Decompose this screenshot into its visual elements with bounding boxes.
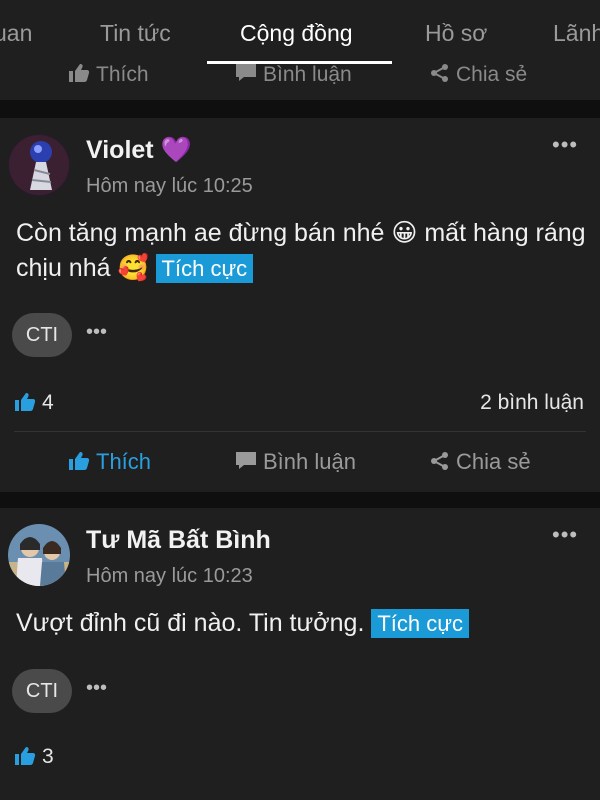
thumbs-up-icon <box>69 64 90 82</box>
post-content: Còn tăng mạnh ae đừng bán nhé 😀 mất hàng… <box>16 216 586 286</box>
comment-count[interactable]: 2 bình luận <box>480 391 584 415</box>
top-tab-bar: uan Tin tức Cộng đồng Hồ sơ Lãnh <box>0 0 600 64</box>
ticker-chip[interactable]: CTI <box>12 313 72 357</box>
previous-post-actions: Thích Bình luận Chia sẻ <box>0 64 600 100</box>
author-name[interactable]: Violet 💜 <box>86 136 192 165</box>
tab-community[interactable]: Cộng đồng <box>240 20 353 47</box>
author-name[interactable]: Tư Mã Bất Bình <box>86 526 271 555</box>
sentiment-tag: Tích cực <box>371 609 469 638</box>
thumbs-up-icon <box>15 747 36 765</box>
tab-profile[interactable]: Hồ sơ <box>425 20 487 47</box>
post-text: Vượt đỉnh cũ đi nào. Tin tưởng. <box>16 609 365 637</box>
post-separator <box>0 100 600 118</box>
like-count: 3 <box>14 745 54 769</box>
prev-like-button[interactable]: Thích <box>68 64 149 87</box>
comment-icon <box>236 64 256 81</box>
prev-comment-button[interactable]: Bình luận <box>235 64 352 87</box>
avatar[interactable] <box>8 134 70 196</box>
tab-news[interactable]: Tin tức <box>100 20 171 47</box>
like-count: 4 <box>14 391 54 415</box>
prev-share-button[interactable]: Chia sẻ <box>430 64 527 87</box>
post-card: Tư Mã Bất Bình Hôm nay lúc 10:23 ••• Vượ… <box>0 508 600 800</box>
tab-quan[interactable]: uan <box>0 20 32 47</box>
violet-avatar-image <box>8 134 70 196</box>
comment-button[interactable]: Bình luận <box>235 449 356 475</box>
share-icon <box>431 64 448 82</box>
tab-leaders[interactable]: Lãnh <box>553 20 600 47</box>
comment-icon <box>236 452 256 469</box>
avatar[interactable] <box>8 524 70 586</box>
post-timestamp: Hôm nay lúc 10:25 <box>86 175 253 197</box>
more-dots-icon[interactable]: ••• <box>86 321 107 344</box>
share-icon <box>431 452 448 470</box>
post-separator <box>0 492 600 508</box>
thumbs-up-icon <box>15 393 36 411</box>
more-dots-icon[interactable]: ••• <box>86 677 107 700</box>
share-button[interactable]: Chia sẻ <box>430 449 531 475</box>
post-card: Violet 💜 Hôm nay lúc 10:25 ••• Còn tăng … <box>0 118 600 492</box>
more-dots-icon[interactable]: ••• <box>552 522 578 548</box>
more-dots-icon[interactable]: ••• <box>552 132 578 158</box>
post-timestamp: Hôm nay lúc 10:23 <box>86 565 253 587</box>
tu-ma-avatar-image <box>8 524 70 586</box>
divider <box>14 431 586 432</box>
post-text: Còn tăng mạnh ae đừng bán nhé 😀 mất hàng… <box>16 219 586 282</box>
post-content: Vượt đỉnh cũ đi nào. Tin tưởng. Tích cực <box>16 606 586 641</box>
thumbs-up-icon <box>69 452 90 470</box>
sentiment-tag: Tích cực <box>155 254 254 283</box>
like-button[interactable]: Thích <box>68 449 151 475</box>
ticker-chip[interactable]: CTI <box>12 669 72 713</box>
